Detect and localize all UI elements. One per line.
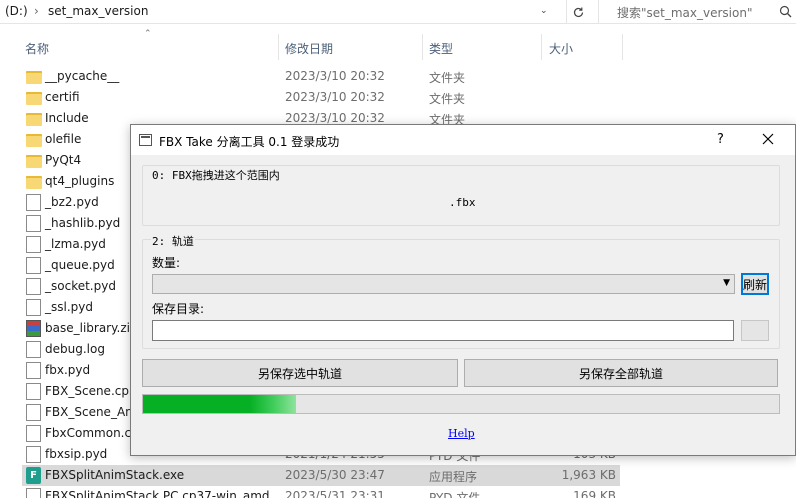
folder-icon	[26, 113, 42, 126]
file-row[interactable]: certifi 2023/3/10 20:32 文件夹	[22, 87, 620, 108]
address-bar[interactable]: (D:) › set_max_version ⌄ 搜索"set_max_vers…	[0, 0, 796, 24]
file-icon	[26, 215, 41, 232]
save-dir-input[interactable]	[152, 320, 734, 341]
breadcrumb-drive[interactable]: (D:)	[5, 4, 28, 18]
file-name: Include	[45, 111, 89, 125]
file-type: 应用程序	[429, 470, 478, 484]
file-icon	[26, 257, 41, 274]
save-all-tracks-button[interactable]: 另保存全部轨道	[464, 359, 778, 387]
file-name: FBX_Scene_Ani	[45, 405, 137, 419]
folder-icon	[26, 134, 42, 147]
column-size[interactable]: 大小	[549, 40, 573, 57]
file-date: 2023/3/10 20:32	[285, 69, 385, 83]
file-type: 文件夹	[429, 71, 466, 85]
file-icon	[26, 404, 41, 421]
column-name[interactable]: 名称	[25, 40, 49, 57]
file-name: _socket.pyd	[45, 279, 116, 293]
file-date: 2023/3/10 20:32	[285, 90, 385, 104]
file-name: FBXSplitAnimStack.exe	[45, 468, 185, 482]
column-date[interactable]: 修改日期	[285, 40, 333, 57]
exe-icon: F	[26, 467, 41, 484]
refresh-icon[interactable]	[566, 0, 590, 24]
chevron-down-icon[interactable]: ⌄	[540, 6, 548, 16]
dialog-title: FBX Take 分离工具 0.1 登录成功	[159, 135, 340, 149]
file-icon	[26, 278, 41, 295]
breadcrumb-folder[interactable]: set_max_version	[48, 4, 148, 18]
titlebar-help-button[interactable]: ?	[717, 132, 724, 147]
column-divider[interactable]	[422, 34, 423, 60]
progress-bar	[142, 394, 780, 414]
file-date: 2023/5/30 23:47	[285, 468, 385, 482]
file-name: _queue.pyd	[45, 258, 115, 272]
file-size: 1,963 KB	[561, 468, 616, 482]
file-name: _bz2.pyd	[45, 195, 99, 209]
dropdown-arrow-icon[interactable]: ▼	[723, 278, 730, 288]
fbx-take-dialog: FBX Take 分离工具 0.1 登录成功 ? 0: FBX拖拽进这个范围内 …	[130, 124, 796, 456]
refresh-button[interactable]: 刷新	[741, 273, 769, 295]
save-dir-label: 保存目录:	[152, 302, 205, 316]
file-row[interactable]: __pycache__ 2023/3/10 20:32 文件夹	[22, 66, 620, 87]
tracks-group-title: 2: 轨道	[151, 233, 195, 249]
file-icon	[26, 362, 41, 379]
file-size: 169 KB	[573, 489, 616, 498]
file-name: fbxsip.pyd	[45, 447, 108, 461]
file-type: PYD 文件	[429, 491, 481, 498]
search-input[interactable]: 搜索"set_max_version"	[598, 0, 796, 24]
file-type: 文件夹	[429, 92, 466, 106]
file-date: 2023/3/10 20:32	[285, 111, 385, 125]
file-icon	[26, 446, 41, 463]
column-divider[interactable]	[622, 34, 623, 60]
file-row[interactable]: F FBXSplitAnimStack.exe 2023/5/30 23:47 应用程…	[22, 465, 620, 486]
zip-icon	[26, 320, 41, 337]
browse-button[interactable]	[741, 320, 769, 341]
file-name: olefile	[45, 132, 82, 146]
search-placeholder: 搜索"set_max_version"	[617, 6, 753, 20]
file-name: FBXSplitAnimStack.PC.cp37-win_amd	[45, 489, 270, 498]
file-name: base_library.zip	[45, 321, 138, 335]
drop-zone-title: 0: FBX拖拽进这个范围内	[151, 167, 281, 183]
file-icon	[26, 299, 41, 316]
file-name: _ssl.pyd	[45, 300, 93, 314]
drop-zone-text: .fbx	[449, 196, 476, 209]
file-icon	[26, 488, 41, 498]
file-icon	[26, 194, 41, 211]
file-name: _hashlib.pyd	[45, 216, 121, 230]
column-divider[interactable]	[541, 34, 542, 60]
help-link[interactable]: Help	[448, 427, 475, 440]
search-icon[interactable]	[779, 5, 792, 18]
close-icon[interactable]	[761, 132, 775, 146]
file-name: FbxCommon.cp	[45, 426, 139, 440]
folder-icon	[26, 71, 42, 84]
column-type[interactable]: 类型	[429, 40, 453, 57]
window-icon	[139, 134, 152, 146]
dialog-titlebar[interactable]: FBX Take 分离工具 0.1 登录成功 ?	[131, 125, 795, 155]
folder-icon	[26, 176, 42, 189]
file-name: qt4_plugins	[45, 174, 115, 188]
file-name: certifi	[45, 90, 80, 104]
column-headers: 名称 修改日期 类型 大小	[0, 34, 796, 60]
folder-icon	[26, 92, 42, 105]
progress-fill	[143, 395, 296, 413]
file-name: debug.log	[45, 342, 105, 356]
count-label: 数量:	[152, 256, 181, 270]
folder-icon	[26, 155, 42, 168]
file-name: PyQt4	[45, 153, 82, 167]
file-date: 2023/5/31 23:31	[285, 489, 385, 498]
file-row[interactable]: FBXSplitAnimStack.PC.cp37-win_amd 2023/5/…	[22, 486, 620, 498]
file-icon	[26, 341, 41, 358]
file-icon	[26, 236, 41, 253]
file-name: _lzma.pyd	[45, 237, 106, 251]
file-icon	[26, 425, 41, 442]
save-selected-tracks-button[interactable]: 另保存选中轨道	[142, 359, 458, 387]
breadcrumb-separator[interactable]: ›	[34, 4, 39, 18]
file-name: __pycache__	[45, 69, 120, 83]
column-divider[interactable]	[278, 34, 279, 60]
file-icon	[26, 383, 41, 400]
file-name: fbx.pyd	[45, 363, 91, 377]
track-count-select[interactable]: ▼	[152, 274, 735, 294]
